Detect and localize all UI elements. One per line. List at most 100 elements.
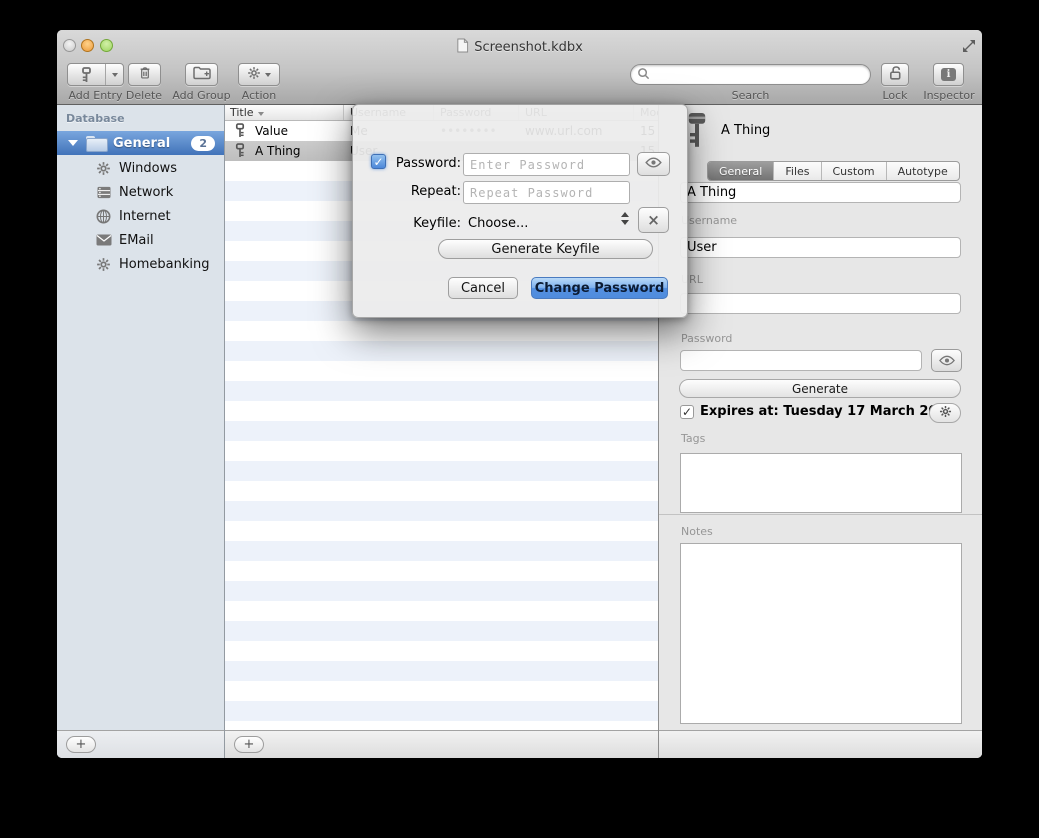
notes-label: Notes xyxy=(681,525,713,538)
search-field[interactable] xyxy=(630,64,871,85)
titlebar: Screenshot.kdbx xyxy=(57,38,982,56)
envelope-icon xyxy=(95,234,112,246)
notes-textarea[interactable] xyxy=(680,543,962,724)
cell-title: Value xyxy=(250,121,344,141)
folder-icon xyxy=(86,136,106,150)
eye-icon xyxy=(939,351,955,370)
document-icon xyxy=(456,38,469,57)
keyfile-dropdown[interactable]: Choose... xyxy=(468,216,528,231)
sidebar-item-label: Windows xyxy=(119,161,177,176)
new-password-input[interactable] xyxy=(463,153,630,176)
toolbar: Screenshot.kdbx Add Entry Delete Ad xyxy=(57,30,982,105)
inspector-button[interactable]: i xyxy=(933,63,964,86)
app-window: Screenshot.kdbx Add Entry Delete Ad xyxy=(57,30,982,758)
sidebar-item-email[interactable]: EMail xyxy=(57,228,224,252)
delete-button[interactable] xyxy=(128,63,161,86)
repeat-password-input[interactable] xyxy=(463,181,630,204)
sidebar-item-label: EMail xyxy=(119,233,154,248)
disclosure-triangle-icon[interactable] xyxy=(68,140,78,146)
popover-keyfile-label: Keyfile: xyxy=(371,216,461,231)
gear-icon xyxy=(247,65,261,84)
change-password-button[interactable]: Change Password xyxy=(531,277,668,299)
generate-keyfile-button[interactable]: Generate Keyfile xyxy=(438,239,653,259)
entry-title: A Thing xyxy=(721,123,770,138)
stepper-icon[interactable] xyxy=(621,212,629,225)
inspector-bottom-bar xyxy=(659,730,982,758)
unlock-icon xyxy=(888,65,903,85)
sidebar-group-label: General xyxy=(113,136,170,151)
sidebar-item-label: Network xyxy=(119,185,173,200)
title-field[interactable] xyxy=(680,182,961,203)
lock-button[interactable] xyxy=(881,63,909,86)
globe-icon xyxy=(95,209,112,224)
add-group-plus-button[interactable]: + xyxy=(66,736,96,753)
tags-label: Tags xyxy=(681,432,705,445)
table-bottom-bar: + xyxy=(225,730,658,758)
trash-icon xyxy=(138,65,152,84)
sidebar-item-network[interactable]: Network xyxy=(57,180,224,204)
chevron-down-icon[interactable] xyxy=(106,64,123,85)
cancel-button[interactable]: Cancel xyxy=(448,277,518,299)
search-label: Search xyxy=(630,89,871,102)
entry-count-badge: 2 xyxy=(191,136,215,151)
key-icon xyxy=(234,123,246,141)
sidebar-group-general[interactable]: General 2 xyxy=(57,131,224,155)
eye-icon xyxy=(645,157,662,172)
password-field[interactable] xyxy=(680,350,922,371)
change-password-popover: ✓ Password: Repeat: Keyfile: Choose... ×… xyxy=(352,104,688,318)
popover-reveal-button[interactable] xyxy=(637,152,670,176)
expires-label: Expires at: Tuesday 17 March 2015 xyxy=(700,404,956,419)
chevron-down-icon xyxy=(265,73,271,77)
add-group-button[interactable] xyxy=(185,63,218,86)
info-icon: i xyxy=(941,68,956,81)
inspector-label: Inspector xyxy=(919,89,979,102)
search-icon xyxy=(637,65,650,84)
add-entry-plus-button[interactable]: + xyxy=(234,736,264,753)
tags-textarea[interactable] xyxy=(680,453,962,513)
delete-label: Delete xyxy=(115,89,173,102)
close-x-icon: × xyxy=(647,211,660,229)
password-label: Password xyxy=(681,332,732,345)
key-icon xyxy=(68,64,105,85)
lock-label: Lock xyxy=(867,89,923,102)
username-field[interactable] xyxy=(680,237,961,258)
gear-icon xyxy=(939,405,952,421)
action-button[interactable] xyxy=(238,63,280,86)
tab-autotype[interactable]: Autotype xyxy=(887,162,959,180)
sidebar: Database General 2 Windows Network Inter… xyxy=(57,105,225,758)
gear-icon xyxy=(95,161,112,176)
tab-general[interactable]: General xyxy=(708,162,774,180)
sort-indicator-icon xyxy=(258,112,264,116)
generate-button[interactable]: Generate xyxy=(679,379,961,398)
section-divider xyxy=(659,514,982,515)
add-group-label: Add Group xyxy=(170,89,233,102)
action-label: Action xyxy=(238,89,280,102)
url-field[interactable] xyxy=(680,293,961,314)
search-input[interactable] xyxy=(650,65,870,84)
key-icon xyxy=(234,143,246,161)
column-header-title[interactable]: Title xyxy=(225,105,344,120)
reveal-password-button[interactable] xyxy=(931,349,962,372)
username-label: Username xyxy=(681,214,737,227)
gear-icon xyxy=(95,257,112,272)
folder-plus-icon xyxy=(193,65,211,84)
expires-settings-button[interactable] xyxy=(929,403,961,423)
inspector-panel: A Thing General Files Custom Autotype Us… xyxy=(658,105,982,758)
tab-files[interactable]: Files xyxy=(774,162,821,180)
cell-title: A Thing xyxy=(250,141,344,161)
popover-repeat-label: Repeat: xyxy=(371,184,461,199)
sidebar-item-label: Homebanking xyxy=(119,257,209,272)
sidebar-item-internet[interactable]: Internet xyxy=(57,204,224,228)
fullscreen-icon[interactable] xyxy=(962,38,976,57)
inspector-tabs: General Files Custom Autotype xyxy=(707,161,960,181)
sidebar-item-label: Internet xyxy=(119,209,171,224)
sidebar-item-windows[interactable]: Windows xyxy=(57,156,224,180)
server-icon xyxy=(95,186,112,199)
sidebar-bottom-bar: + xyxy=(57,730,224,758)
tab-custom[interactable]: Custom xyxy=(822,162,887,180)
sidebar-section-header: Database xyxy=(66,112,125,125)
expires-checkbox[interactable]: ✓ xyxy=(680,405,694,419)
sidebar-item-homebanking[interactable]: Homebanking xyxy=(57,252,224,276)
clear-keyfile-button[interactable]: × xyxy=(638,207,669,233)
add-entry-button[interactable] xyxy=(67,63,124,86)
